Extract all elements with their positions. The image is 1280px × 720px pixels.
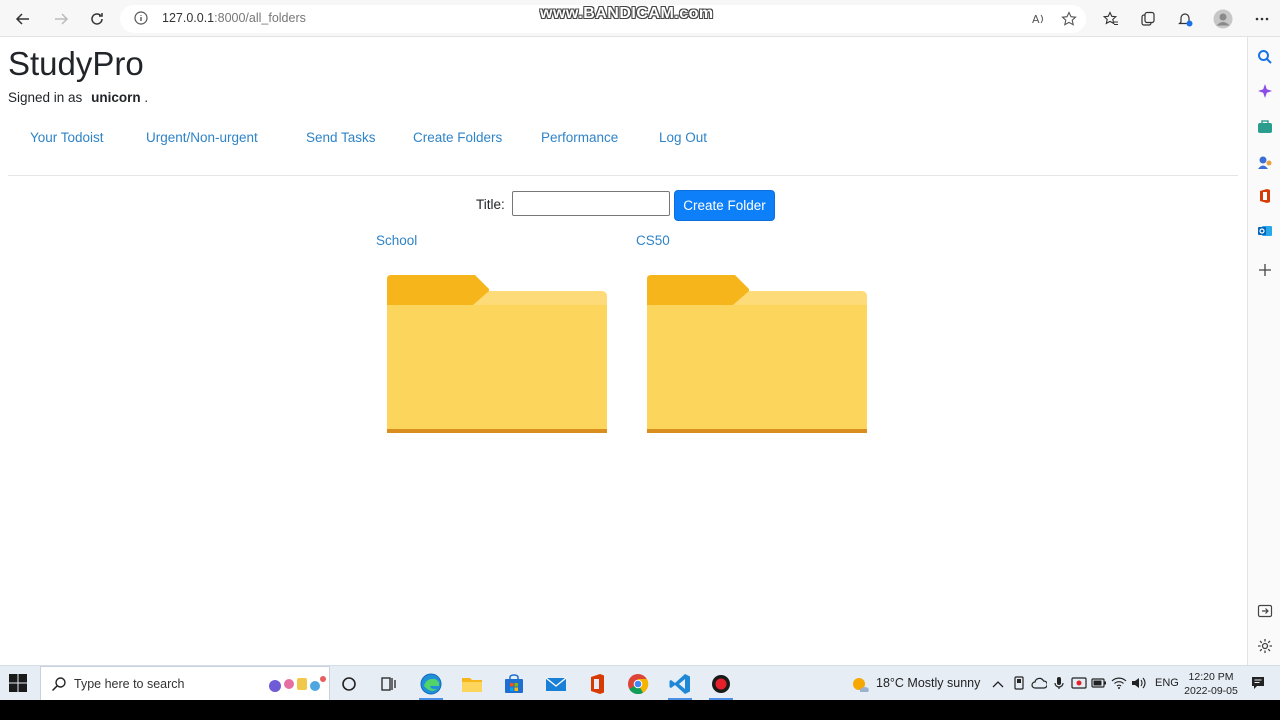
signed-in-line: Signed in as unicorn . (8, 90, 148, 105)
sparkle-icon[interactable] (1257, 83, 1273, 99)
wifi-icon[interactable] (1111, 676, 1127, 690)
chrome-icon[interactable] (627, 673, 649, 695)
taskbar-clock[interactable]: 12:20 PM 2022-09-05 (1184, 670, 1238, 698)
device-icon[interactable] (1012, 676, 1026, 690)
windows-taskbar: Type here to search 18°C Mostly sunny EN… (0, 665, 1280, 701)
settings-gear-icon[interactable] (1257, 638, 1273, 654)
windows-start-icon[interactable] (9, 674, 27, 692)
battery-icon[interactable] (1091, 676, 1107, 690)
microsoft-store-icon[interactable] (503, 673, 525, 695)
office-icon[interactable] (586, 673, 608, 695)
search-icon (51, 677, 66, 692)
nav-performance[interactable]: Performance (541, 130, 618, 145)
favorites-icon[interactable] (1099, 7, 1123, 31)
weather-text[interactable]: 18°C Mostly sunny (876, 676, 980, 690)
add-icon[interactable] (1257, 262, 1273, 278)
profile-avatar-icon[interactable] (1211, 7, 1235, 31)
back-icon[interactable] (11, 7, 35, 31)
browser-sidebar (1247, 37, 1280, 665)
camera-recording-icon[interactable] (1071, 676, 1087, 690)
site-brand: StudyPro (8, 45, 144, 82)
more-options-icon[interactable] (1250, 7, 1274, 31)
chevron-up-icon[interactable] (991, 677, 1005, 691)
file-explorer-icon[interactable] (461, 673, 483, 695)
username-suffix: . (144, 90, 149, 105)
edge-browser-icon[interactable] (420, 673, 442, 695)
recording-watermark: www.BANDICAM.com (540, 5, 714, 22)
volume-icon[interactable] (1131, 676, 1147, 690)
nav-urgent-non-urgent[interactable]: Urgent/Non-urgent (146, 130, 258, 145)
search-highlight-illustration-icon (269, 676, 326, 692)
read-aloud-icon[interactable]: A (1027, 7, 1051, 31)
site-info-icon[interactable] (134, 11, 148, 30)
create-folder-button[interactable]: Create Folder (674, 190, 775, 221)
search-icon[interactable] (1257, 49, 1273, 65)
folder-icon[interactable] (387, 275, 609, 437)
sidebar-toggle-icon[interactable] (1257, 603, 1273, 619)
clock-date: 2022-09-05 (1184, 685, 1238, 697)
title-label: Title: (476, 197, 505, 212)
folder-icon[interactable] (647, 275, 869, 437)
task-view-icon[interactable] (377, 673, 399, 695)
favorite-star-icon[interactable] (1057, 7, 1081, 31)
vscode-icon[interactable] (669, 673, 691, 695)
onedrive-cloud-icon[interactable] (1031, 676, 1047, 690)
web-page: StudyPro Signed in as unicorn . Your Tod… (0, 37, 1247, 665)
browser-toolbar: 127.0.0.1:8000/all_folders www.BANDICAM.… (0, 0, 1280, 37)
nav-your-todoist[interactable]: Your Todoist (30, 130, 104, 145)
taskbar-search-placeholder: Type here to search (74, 677, 185, 691)
games-icon[interactable] (1257, 154, 1273, 170)
taskbar-search-box[interactable]: Type here to search (40, 666, 330, 701)
clock-time: 12:20 PM (1188, 671, 1234, 683)
language-indicator[interactable]: ENG (1155, 677, 1179, 689)
tools-icon[interactable] (1257, 119, 1273, 135)
title-input[interactable] (512, 191, 670, 216)
office-icon[interactable] (1257, 188, 1273, 204)
weather-sun-icon[interactable] (850, 674, 870, 694)
username: unicorn (91, 90, 141, 105)
notification-center-icon[interactable] (1251, 676, 1265, 690)
cortana-icon[interactable] (338, 673, 360, 695)
folder-link-cs50[interactable]: CS50 (636, 233, 670, 248)
bandicam-record-icon[interactable] (710, 673, 732, 695)
outlook-icon[interactable] (1257, 223, 1273, 239)
svg-text:A: A (1032, 13, 1040, 26)
mail-icon[interactable] (545, 673, 567, 695)
refresh-icon[interactable] (85, 7, 109, 31)
divider (8, 175, 1238, 176)
microphone-icon[interactable] (1052, 676, 1066, 690)
nav-log-out[interactable]: Log Out (659, 130, 707, 145)
url-text: 127.0.0.1:8000/all_folders (162, 11, 306, 25)
forward-icon[interactable] (49, 7, 73, 31)
screen-letterbox (0, 700, 1280, 720)
nav-create-folders[interactable]: Create Folders (413, 130, 502, 145)
signed-in-prefix: Signed in as (8, 90, 83, 105)
folder-link-school[interactable]: School (376, 233, 417, 248)
notifications-bell-icon[interactable] (1173, 7, 1197, 31)
nav-send-tasks[interactable]: Send Tasks (306, 130, 376, 145)
collections-icon[interactable] (1136, 7, 1160, 31)
